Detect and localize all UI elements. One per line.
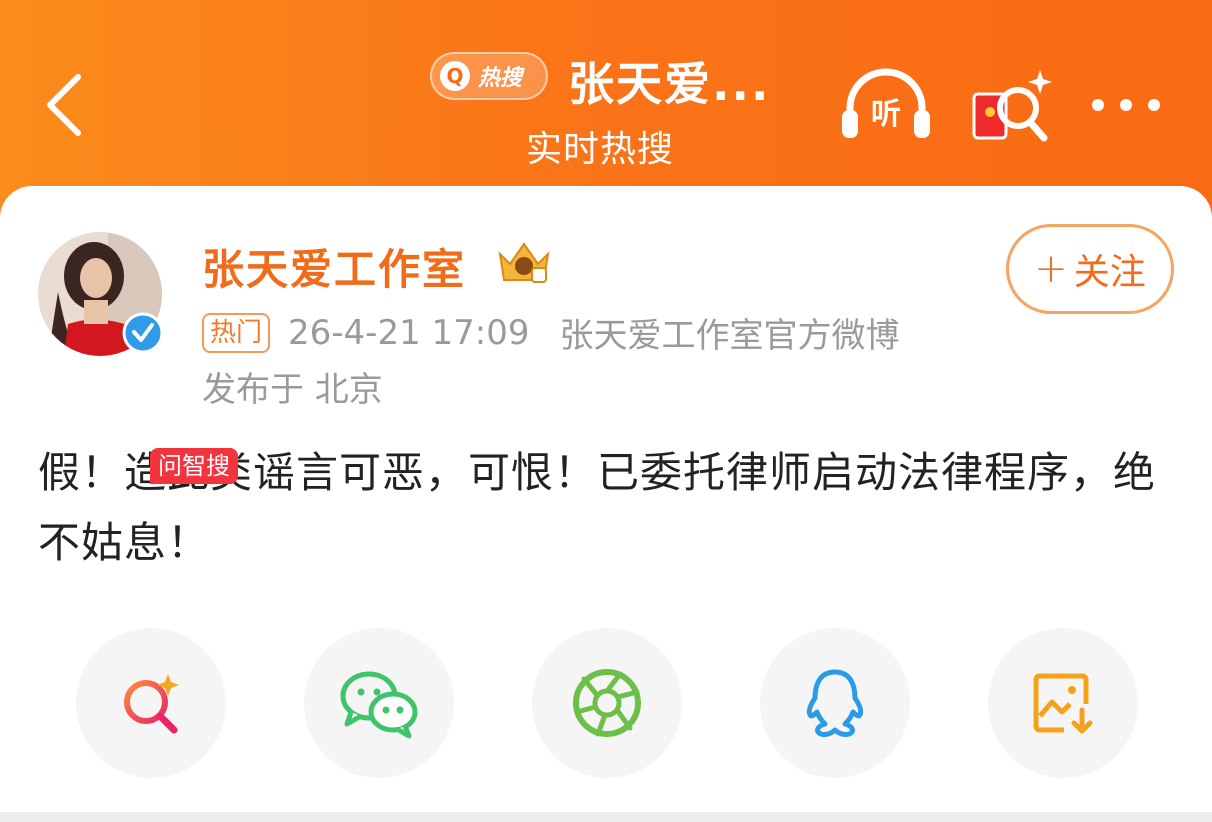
share-wechat-button[interactable]: [304, 628, 454, 778]
post-source: 张天爱工作室官方微博: [559, 316, 900, 356]
crown-badge-icon: [494, 236, 554, 286]
listen-label: 听: [871, 97, 901, 132]
header-title-area: Q 热搜 张天爱... 实时热搜: [420, 44, 800, 174]
hot-search-badge-label: 热搜: [478, 66, 523, 91]
search-icon: Q: [440, 61, 470, 91]
qq-icon: [806, 669, 864, 737]
follow-button[interactable]: + 关注: [1006, 224, 1174, 314]
share-ai-search-button[interactable]: [76, 628, 226, 778]
moments-icon: [573, 669, 641, 737]
ai-search-icon: [124, 674, 179, 734]
hot-search-badge: Q 热搜: [430, 52, 548, 100]
share-row: [0, 626, 1212, 786]
page-subtitle: 实时热搜: [526, 129, 675, 170]
chevron-left-icon: [47, 74, 81, 136]
post-location: 发布于 北京: [202, 370, 383, 410]
page-title: 张天爱...: [568, 57, 771, 111]
share-moments-button[interactable]: [532, 628, 682, 778]
red-packet-search-button[interactable]: [968, 64, 1058, 148]
save-image-button[interactable]: [988, 628, 1138, 778]
wechat-icon: [340, 671, 418, 739]
red-packet-search-icon: [972, 70, 1052, 142]
headphones-icon: 听: [842, 68, 930, 138]
post-timestamp: 26-4-21 17:09: [288, 312, 530, 353]
author-name[interactable]: 张天爱工作室: [202, 236, 466, 297]
back-button[interactable]: [36, 70, 92, 140]
post-card: 张天爱工作室 + 关注 热门 26-4-21 17:09 张天爱工作室官方微博 …: [0, 186, 1212, 812]
more-button[interactable]: [1086, 80, 1166, 130]
listen-button[interactable]: 听: [836, 64, 936, 144]
follow-label: 关注: [1073, 252, 1146, 293]
share-qq-button[interactable]: [760, 628, 910, 778]
plus-icon: +: [1034, 246, 1068, 292]
hot-tag: 热门: [202, 312, 271, 353]
post-meta: 热门 26-4-21 17:09 张天爱工作室官方微博: [202, 308, 900, 357]
more-dots-icon: [1092, 99, 1160, 111]
verified-badge-icon: [122, 312, 164, 354]
save-image-icon: [1033, 673, 1093, 734]
bottom-divider: [0, 812, 1212, 822]
ai-search-tag: 问智搜: [150, 448, 238, 484]
